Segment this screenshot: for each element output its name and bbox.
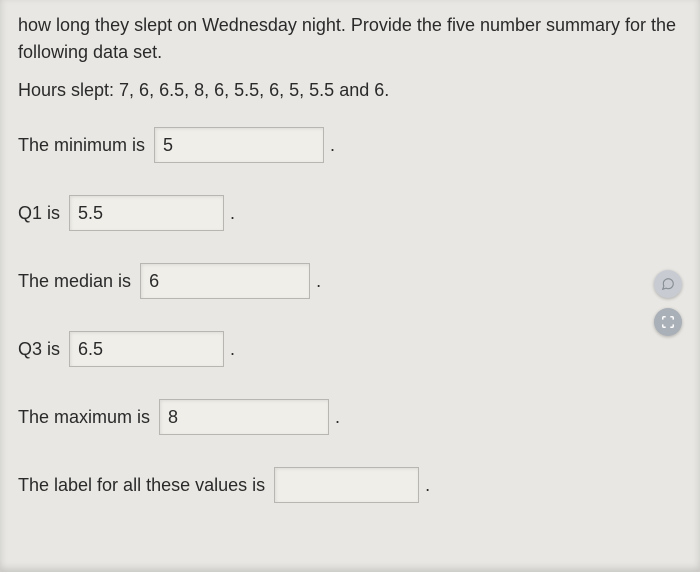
floating-controls [654, 270, 682, 336]
median-input[interactable] [140, 263, 310, 299]
period-text: . [330, 135, 335, 156]
minimum-input[interactable] [154, 127, 324, 163]
maximum-input[interactable] [159, 399, 329, 435]
period-text: . [335, 407, 340, 428]
row-minimum: The minimum is . [18, 127, 682, 163]
maximum-label: The maximum is [18, 407, 155, 428]
row-median: The median is . [18, 263, 682, 299]
q3-input[interactable] [69, 331, 224, 367]
period-text: . [230, 203, 235, 224]
q3-label: Q3 is [18, 339, 65, 360]
row-q1: Q1 is . [18, 195, 682, 231]
row-label-values: The label for all these values is . [18, 467, 682, 503]
worksheet-page: how long they slept on Wednesday night. … [0, 0, 700, 572]
intro-text: how long they slept on Wednesday night. … [18, 12, 682, 66]
fullscreen-icon[interactable] [654, 308, 682, 336]
q1-input[interactable] [69, 195, 224, 231]
dataset-text: Hours slept: 7, 6, 6.5, 8, 6, 5.5, 6, 5,… [18, 80, 682, 101]
period-text: . [425, 475, 430, 496]
intro-line2: following data set. [18, 42, 162, 62]
row-maximum: The maximum is . [18, 399, 682, 435]
period-text: . [316, 271, 321, 292]
row-q3: Q3 is . [18, 331, 682, 367]
q1-label: Q1 is [18, 203, 65, 224]
label-values-label: The label for all these values is [18, 475, 270, 496]
median-label: The median is [18, 271, 136, 292]
minimum-label: The minimum is [18, 135, 150, 156]
comment-icon[interactable] [654, 270, 682, 298]
intro-line1: how long they slept on Wednesday night. … [18, 15, 676, 35]
label-values-input[interactable] [274, 467, 419, 503]
period-text: . [230, 339, 235, 360]
